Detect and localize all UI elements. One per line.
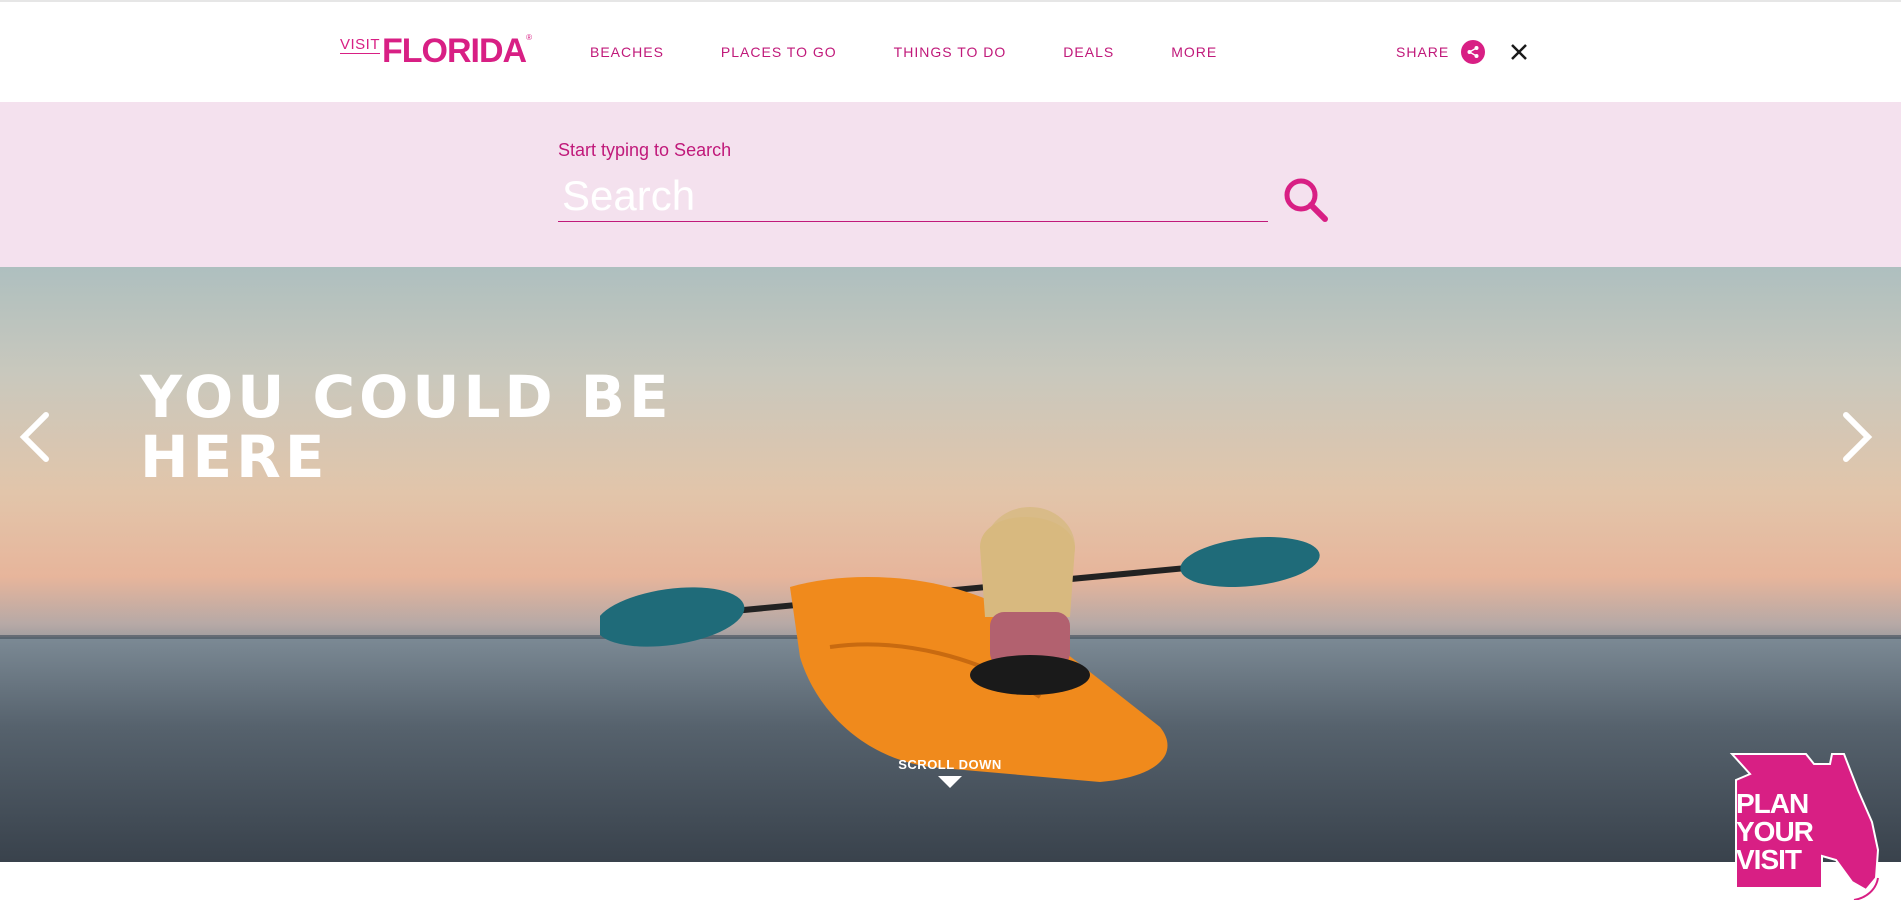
- scroll-down-button[interactable]: SCROLL DOWN: [895, 757, 1005, 788]
- plan-line-1: PLAN: [1736, 788, 1809, 819]
- search-input[interactable]: [558, 170, 1268, 222]
- plan-your-visit-text: PLAN YOUR VISIT: [1736, 788, 1814, 875]
- search-icon[interactable]: [1282, 176, 1330, 224]
- scroll-down-arrow-icon: [938, 776, 962, 788]
- site-header: VISIT FLORIDA ® BEACHES PLACES TO GO THI…: [0, 2, 1901, 102]
- plan-line-2: YOUR: [1736, 816, 1814, 847]
- close-icon[interactable]: [1509, 42, 1529, 62]
- main-nav: BEACHES PLACES TO GO THINGS TO DO DEALS …: [590, 44, 1274, 60]
- nav-item-places-to-go[interactable]: PLACES TO GO: [721, 44, 837, 60]
- share-button[interactable]: SHARE: [1396, 40, 1486, 64]
- kayaker-image: [600, 507, 1320, 782]
- share-icon: [1461, 40, 1486, 64]
- search-panel: Start typing to Search: [0, 102, 1901, 267]
- chevron-left-icon[interactable]: [14, 407, 54, 467]
- chevron-right-icon[interactable]: [1838, 407, 1878, 467]
- logo-visit-text: VISIT: [340, 36, 381, 54]
- hero-headline: YOU COULD BE HERE: [140, 367, 760, 487]
- visit-florida-logo[interactable]: VISIT FLORIDA ®: [340, 32, 532, 68]
- nav-item-beaches[interactable]: BEACHES: [590, 44, 664, 60]
- search-caption: Start typing to Search: [558, 140, 732, 160]
- plan-your-visit-badge[interactable]: PLAN YOUR VISIT: [1726, 750, 1884, 901]
- hero-headline-line1: YOU COULD BE: [140, 363, 673, 431]
- nav-item-things-to-do[interactable]: THINGS TO DO: [894, 44, 1007, 60]
- share-label: SHARE: [1396, 44, 1450, 60]
- nav-item-deals[interactable]: DEALS: [1063, 44, 1114, 60]
- scroll-down-label: SCROLL DOWN: [898, 757, 1002, 772]
- hero-headline-line2: HERE: [140, 423, 329, 491]
- logo-brand-text: FLORIDA: [382, 32, 527, 70]
- plan-line-3: VISIT: [1736, 844, 1802, 875]
- hero-carousel: YOU COULD BE HERE SCROLL DOWN: [0, 267, 1901, 862]
- logo-registered-mark: ®: [526, 33, 533, 42]
- nav-item-more[interactable]: MORE: [1171, 44, 1217, 60]
